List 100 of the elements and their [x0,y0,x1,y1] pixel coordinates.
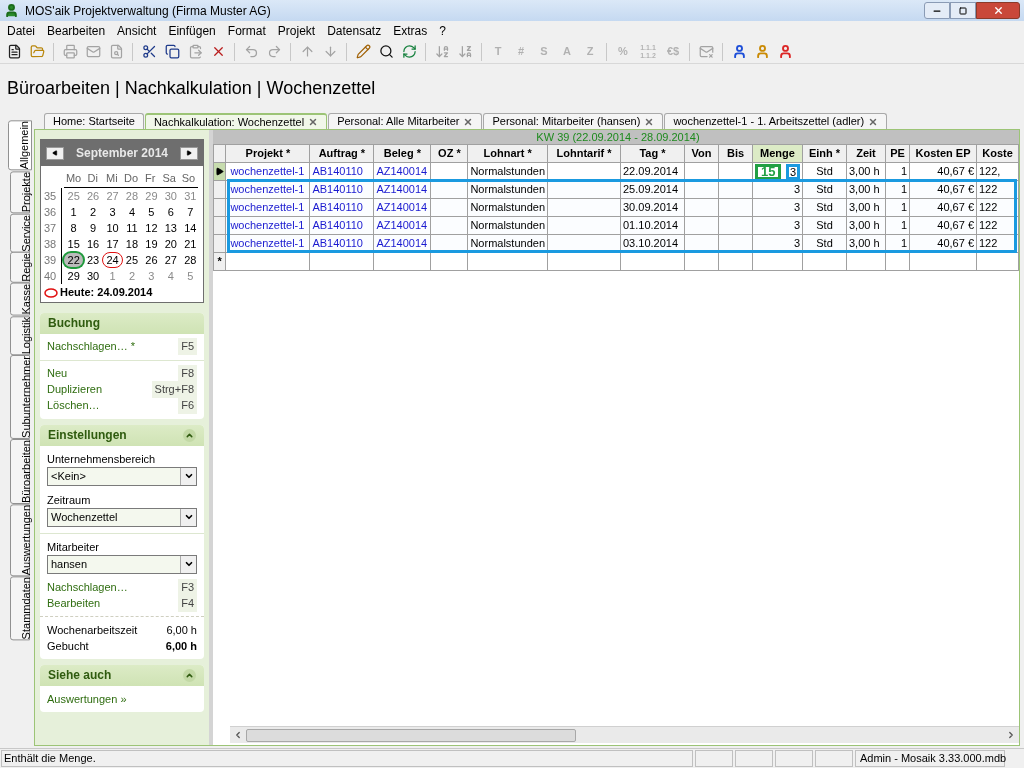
menu-item[interactable]: Datei [1,21,41,40]
menu-item[interactable]: Extras [387,21,434,40]
panel-link[interactable]: Duplizieren [47,381,103,398]
column-header[interactable]: Tag * [620,144,685,163]
calendar-day[interactable]: 2 [83,204,103,219]
side-tab[interactable]: Logistik [10,315,30,355]
calendar-day[interactable]: 30 [83,268,103,283]
collapse-button[interactable] [183,428,196,442]
column-header[interactable]: Von [684,144,719,163]
calendar-day[interactable]: 29 [141,188,162,203]
column-header[interactable]: OZ * [430,144,468,163]
column-header[interactable]: PE [885,144,910,163]
calendar-day[interactable]: 20 [161,236,181,251]
menu-item[interactable]: Einfügen [162,21,222,40]
calendar-day[interactable]: 18 [122,236,142,251]
calendar-day[interactable]: 24 [102,252,123,267]
calendar-day[interactable]: 2 [122,268,142,283]
maximize-button[interactable] [950,2,976,19]
side-tab[interactable]: Projekte [10,171,30,214]
calendar-day[interactable]: 22 [63,252,84,267]
previous-month-button[interactable] [46,146,64,160]
calendar-day[interactable]: 27 [161,252,181,267]
side-tab[interactable]: Stammdaten [10,576,30,641]
calendar-day[interactable]: 17 [102,236,123,251]
document-tab[interactable]: wochenzettel-1 - 1. Arbeitszettel (adler) [664,113,888,129]
column-header[interactable]: Menge [752,144,803,163]
calendar-day[interactable]: 23 [83,252,103,267]
calendar-day[interactable]: 12 [141,220,162,235]
calendar-day[interactable]: 3 [102,204,123,219]
side-tab[interactable]: Regie [10,252,30,284]
column-header[interactable]: Auftrag * [309,144,374,163]
panel-link[interactable]: Auswertungen » [47,690,197,707]
calendar-day[interactable]: 1 [102,268,123,283]
document-tab[interactable]: Personal: Alle Mitarbeiter [328,113,483,129]
panel-link[interactable]: Löschen… [47,397,100,414]
menu-item[interactable]: Ansicht [111,21,163,40]
dropdown-field[interactable]: Wochenzettel [47,507,197,527]
calendar-day[interactable]: 19 [141,236,162,251]
panel-link[interactable]: Bearbeiten [47,595,101,612]
side-tab[interactable]: Kasse [10,283,30,316]
calendar-day[interactable]: 13 [161,220,181,235]
calendar-day[interactable]: 28 [122,188,142,203]
dropdown-field[interactable]: <Kein> [47,466,197,486]
calendar-day[interactable]: 9 [83,220,103,235]
calendar-day[interactable]: 5 [180,268,200,283]
calendar-day[interactable]: 16 [83,236,103,251]
column-header[interactable]: Bis [718,144,753,163]
calendar-day[interactable]: 29 [63,268,84,283]
calendar-day[interactable]: 3 [141,268,162,283]
calendar-day[interactable]: 25 [122,252,142,267]
menu-item[interactable]: Format [221,21,272,40]
calendar-day[interactable]: 26 [141,252,162,267]
side-tab[interactable]: Allgemein [8,120,32,171]
close-button[interactable] [976,2,1020,19]
calendar-day[interactable]: 10 [102,220,123,235]
calendar-day[interactable]: 15 [63,236,84,251]
side-tab[interactable]: Büroarbeiten [10,438,30,504]
document-tab[interactable]: Personal: Mitarbeiter (hansen) [483,113,664,129]
calendar-day[interactable]: 27 [102,188,123,203]
calendar-day[interactable]: 8 [63,220,84,235]
calendar-day[interactable]: 7 [180,204,200,219]
calendar-day[interactable]: 25 [63,188,84,203]
calendar-day[interactable]: 26 [83,188,103,203]
scrollbar-thumb[interactable] [246,728,576,742]
next-month-button[interactable] [180,146,198,160]
column-header[interactable]: Koste [976,144,1019,163]
menu-item[interactable]: ? [433,21,452,40]
dropdown-field[interactable]: hansen [47,554,197,574]
calendar-day[interactable]: 14 [180,220,200,235]
side-tab[interactable]: Subunternehmer [10,355,30,439]
calendar-day[interactable]: 28 [180,252,200,267]
horizontal-scrollbar[interactable] [230,726,1019,743]
side-tab[interactable]: Service [10,213,30,253]
panel-link[interactable]: Neu [47,365,68,382]
calendar-day[interactable]: 11 [122,220,142,235]
column-header[interactable]: Lohnart * [467,144,548,163]
column-header[interactable]: Lohntarif * [547,144,621,163]
calendar-day[interactable]: 31 [180,188,200,203]
column-header[interactable]: Projekt * [225,144,310,163]
collapse-button[interactable] [183,668,196,682]
panel-link[interactable]: Nachschlagen… [47,579,128,596]
calendar-day[interactable]: 4 [122,204,142,219]
side-tab[interactable]: Auswertungen [10,503,30,577]
calendar-day[interactable]: 21 [180,236,200,251]
menu-item[interactable]: Projekt [271,21,322,40]
document-tab[interactable]: Home: Startseite [44,113,144,129]
column-header[interactable]: Beleg * [373,144,431,163]
table-cell: AB140110 [312,165,363,178]
document-tab[interactable]: Nachkalkulation: Wochenzettel [144,113,328,129]
menu-item[interactable]: Datensatz [321,21,388,40]
column-header[interactable]: Einh * [802,144,847,163]
calendar-day[interactable]: 30 [161,188,181,203]
minimize-button[interactable] [924,2,950,19]
calendar-day[interactable]: 6 [161,204,181,219]
calendar-day[interactable]: 1 [63,204,84,219]
calendar-day[interactable]: 5 [141,204,162,219]
column-header[interactable]: Kosten EP [909,144,977,163]
menu-item[interactable]: Bearbeiten [41,21,112,40]
panel-link[interactable]: Nachschlagen… * [47,338,136,355]
column-header[interactable]: Zeit [846,144,886,163]
